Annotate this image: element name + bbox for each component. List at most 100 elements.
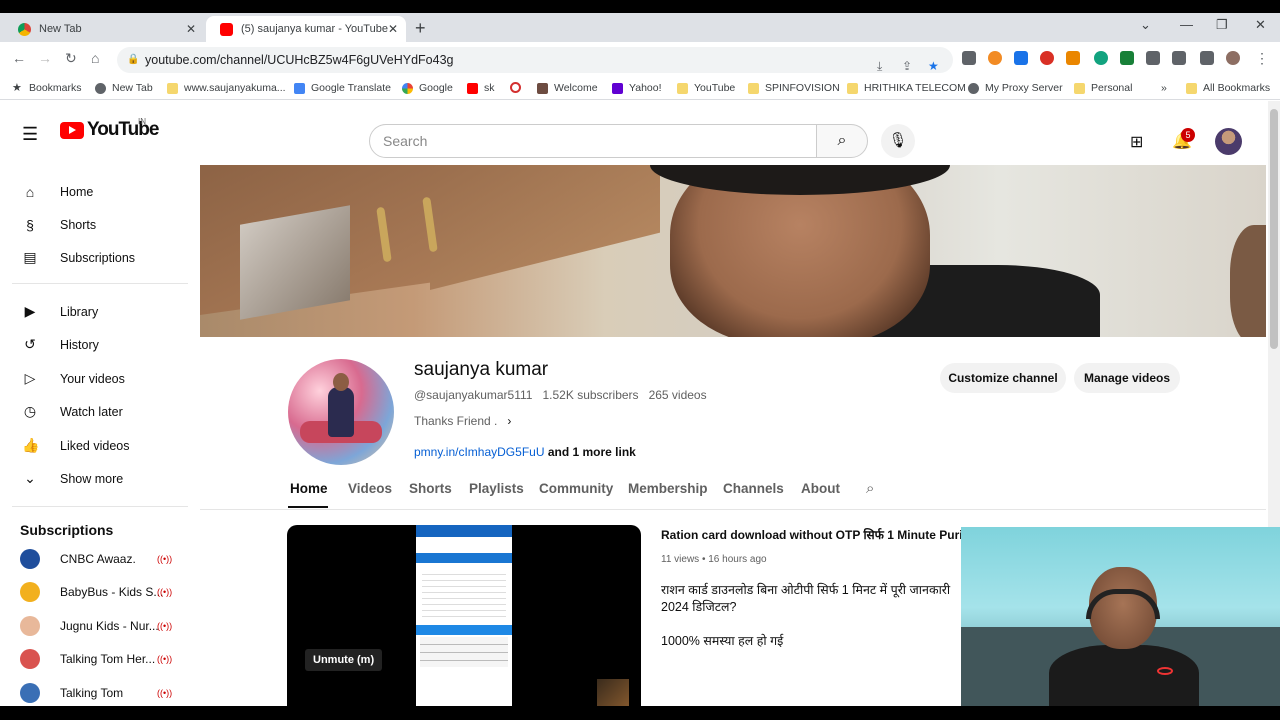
share-icon[interactable]: ⇪ [902, 53, 912, 79]
subscription-item[interactable]: Jugnu Kids - Nur... ((•)) [0, 609, 188, 642]
sidebar-item-history[interactable]: ↺ History [0, 328, 188, 361]
sidebar-item-your-videos[interactable]: ▷ Your videos [0, 362, 188, 395]
manage-videos-button[interactable]: Manage videos [1074, 363, 1180, 393]
channel-avatar [20, 548, 40, 569]
search-input[interactable]: Search [369, 124, 817, 158]
live-icon: ((•)) [157, 687, 173, 698]
kebab-menu-icon[interactable]: ⋮ [1255, 50, 1269, 67]
reload-icon[interactable]: ↻ [65, 50, 77, 67]
bookmark-item[interactable]: SPINFOVISION [748, 82, 840, 94]
lock-icon[interactable]: 🔒 [127, 47, 139, 73]
bookmark-item[interactable]: My Proxy Server [968, 82, 1063, 94]
featured-video-player[interactable]: Unmute (m) [287, 525, 641, 706]
star-bookmark-icon[interactable]: ★ [928, 53, 939, 79]
forward-arrow-icon[interactable]: → [38, 50, 52, 66]
close-tab-icon[interactable]: ✕ [388, 22, 398, 36]
featured-video-description-line: 1000% समस्या हल हो गई [661, 634, 784, 648]
tab-videos[interactable]: Videos [348, 481, 392, 496]
video-overlay-thumbnail [597, 679, 629, 706]
bookmark-item[interactable]: ★ Bookmarks [12, 82, 82, 94]
bookmark-item[interactable]: www.saujanyakuma... [167, 82, 286, 94]
bookmark-item[interactable]: HRITHIKA TELECOM [847, 82, 966, 94]
minimize-icon[interactable]: — [1180, 17, 1193, 32]
channel-avatar-large[interactable] [288, 359, 394, 465]
phone-section-bar [416, 625, 512, 635]
profile-avatar[interactable] [1226, 51, 1240, 65]
home-browser-icon[interactable]: ⌂ [91, 50, 99, 66]
new-tab-plus-icon[interactable]: + [415, 18, 426, 39]
maximize-icon[interactable]: ❐ [1216, 17, 1228, 33]
sidebar-item-watch-later[interactable]: ◷ Watch later [0, 395, 188, 428]
tab-new-tab[interactable]: New Tab ✕ [4, 16, 204, 42]
subscription-item[interactable]: CNBC Awaaz. ((•)) [0, 542, 188, 575]
channel-description[interactable]: Thanks Friend . › [414, 414, 511, 428]
subscription-item[interactable]: BabyBus - Kids S... ((•)) [0, 575, 188, 608]
bookmark-item[interactable]: Yahoo! [612, 82, 662, 94]
sidebar-item-library[interactable]: ▶ Library [0, 295, 188, 328]
live-icon: ((•)) [157, 653, 173, 664]
window-close-icon[interactable]: ✕ [1255, 17, 1266, 33]
tabs-divider [200, 509, 1266, 510]
yahoo-icon [612, 82, 623, 94]
tab-youtube[interactable]: (5) saujanya kumar - YouTube ✕ [206, 16, 406, 42]
tab-membership[interactable]: Membership [628, 481, 708, 496]
bookmarks-overflow-icon[interactable]: » [1161, 82, 1167, 94]
create-video-icon[interactable]: ⊞ [1130, 132, 1143, 152]
extension-icon[interactable] [962, 51, 976, 65]
unmute-button[interactable]: Unmute (m) [305, 649, 383, 671]
close-tab-icon[interactable]: ✕ [186, 22, 196, 36]
tab-playlists[interactable]: Playlists [469, 481, 524, 496]
bookmark-item[interactable]: Welcome [537, 82, 598, 94]
watch-later-icon: ◷ [23, 403, 37, 419]
scrollbar-thumb[interactable] [1270, 109, 1278, 349]
puzzle-extensions-icon[interactable] [1146, 51, 1160, 65]
bookmark-item[interactable]: sk [467, 82, 495, 94]
install-icon[interactable]: ⤓ [877, 53, 882, 79]
address-bar[interactable]: 🔒 youtube.com/channel/UCUHcBZ5w4F6gUVeHY… [117, 47, 953, 73]
bookmark-item[interactable]: Personal [1074, 82, 1132, 94]
extension-icon[interactable] [1094, 51, 1108, 65]
extension-icon[interactable] [1014, 51, 1028, 65]
tab-channels[interactable]: Channels [723, 481, 784, 496]
sidebar-item-subscriptions[interactable]: ▤ Subscriptions [0, 241, 188, 274]
sidebar-item-liked-videos[interactable]: 👍 Liked videos [0, 429, 188, 462]
tab-home[interactable]: Home [290, 481, 328, 496]
channel-search-icon[interactable]: ⌕ [866, 480, 874, 497]
sidebar-item-home[interactable]: ⌂ Home [0, 175, 188, 208]
bookmark-item[interactable]: Google [402, 82, 453, 94]
avatar-person-head [333, 373, 349, 391]
channel-link[interactable]: pmny.in/cImhayDG5FuU [414, 445, 544, 459]
subscriber-count: 1.52K subscribers [542, 388, 639, 402]
tab-search-chevron-icon[interactable]: ⌄ [1140, 17, 1151, 33]
extension-icon[interactable] [1040, 51, 1054, 65]
bookmark-item[interactable]: New Tab [95, 82, 153, 94]
extension-icon[interactable] [988, 51, 1002, 65]
sidebar-item-show-more[interactable]: ⌄ Show more [0, 462, 188, 495]
account-avatar[interactable] [1215, 128, 1242, 155]
youtube-logo[interactable]: YouTube IN [60, 117, 159, 141]
subscription-item[interactable]: Talking Tom ((•)) [0, 676, 188, 706]
more-links[interactable]: and 1 more link [548, 445, 636, 459]
voice-search-mic-icon[interactable]: 🎙 [881, 124, 915, 158]
bookmark-item[interactable]: All Bookmarks [1186, 82, 1270, 94]
bookmark-item[interactable]: YouTube [677, 82, 735, 94]
bookmark-item[interactable]: Google Translate [294, 82, 391, 94]
side-panel-icon[interactable] [1200, 51, 1214, 65]
shorts-icon: § [26, 216, 34, 233]
tab-community[interactable]: Community [539, 481, 613, 496]
folder-icon [167, 82, 178, 94]
search-button[interactable]: ⌕ [816, 124, 868, 158]
customize-channel-button[interactable]: Customize channel [940, 363, 1066, 393]
back-arrow-icon[interactable]: ← [12, 50, 26, 66]
sidebar-item-shorts[interactable]: § Shorts [0, 208, 188, 241]
extension-icon[interactable] [1066, 51, 1080, 65]
download-icon[interactable] [1120, 51, 1134, 65]
tab-shorts[interactable]: Shorts [409, 481, 452, 496]
subscription-item[interactable]: Talking Tom Her... ((•)) [0, 642, 188, 675]
bookmark-item[interactable] [510, 82, 527, 93]
browser-toolbar: ← → ↻ ⌂ 🔒 youtube.com/channel/UCUHcBZ5w4… [0, 42, 1280, 78]
tab-strip: New Tab ✕ (5) saujanya kumar - YouTube ✕… [0, 13, 1280, 42]
reading-list-icon[interactable] [1172, 51, 1186, 65]
tab-about[interactable]: About [801, 481, 840, 496]
hamburger-menu-icon[interactable]: ☰ [22, 124, 38, 145]
